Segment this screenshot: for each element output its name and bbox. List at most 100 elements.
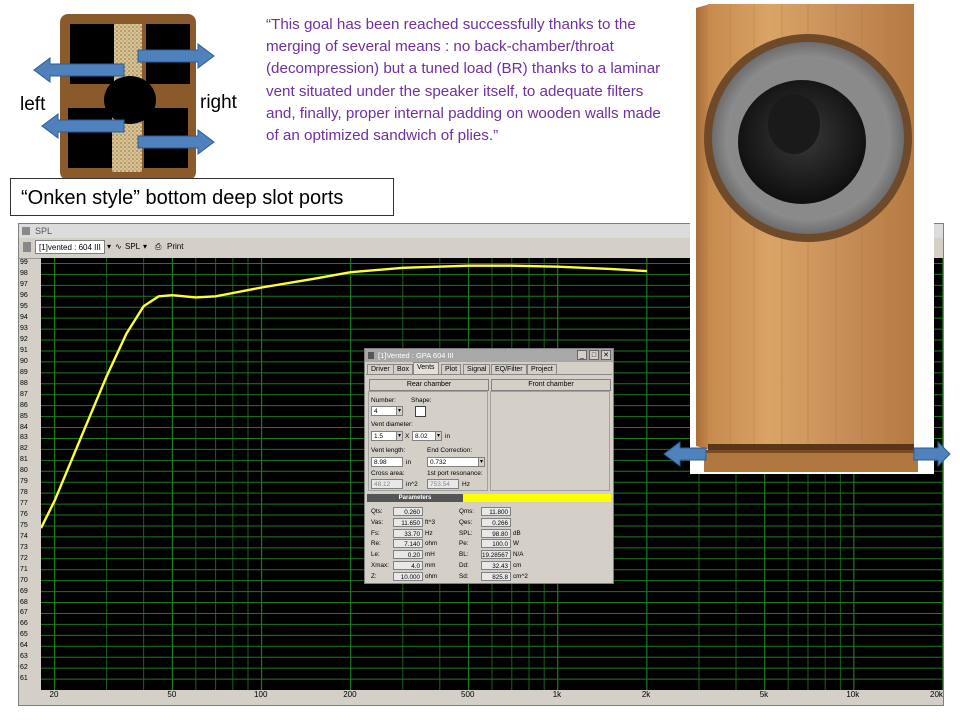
y-tick-label: 99 — [20, 259, 28, 267]
times-label: X — [405, 433, 410, 440]
vent-diameter-b-field[interactable]: 8.02 — [412, 431, 436, 441]
y-tick-label: 74 — [20, 532, 28, 540]
cross-area-field: 48.12 — [371, 479, 403, 489]
front-chamber-panel — [490, 391, 610, 491]
x-tick-label: 20k — [930, 690, 943, 699]
param-label: Xmax: — [371, 562, 389, 569]
y-tick-label: 96 — [20, 292, 28, 300]
y-tick-label: 64 — [20, 642, 28, 650]
chevron-down-icon[interactable]: ▾ — [396, 406, 403, 416]
y-tick-label: 72 — [20, 554, 28, 562]
y-tick-label: 85 — [20, 412, 28, 420]
param-label: Fs: — [371, 529, 380, 537]
y-tick-label: 67 — [20, 609, 28, 617]
param-unit: dB — [513, 529, 521, 537]
parameters-header: Parameters — [367, 494, 463, 502]
param-unit: mm — [425, 562, 436, 569]
y-tick-label: 71 — [20, 565, 28, 573]
right-label: right — [200, 92, 237, 113]
vented-dialog[interactable]: [1]Vented : GPA 604 III _ □ ✕ Driver Box… — [364, 348, 614, 584]
y-tick-label: 89 — [20, 368, 28, 376]
param-label: Pe: — [459, 540, 469, 548]
y-tick-label: 77 — [20, 500, 28, 508]
vent-length-label: Vent length: — [371, 447, 406, 454]
minimize-icon[interactable]: _ — [577, 350, 587, 360]
y-tick-label: 88 — [20, 379, 28, 387]
x-tick-label: 20 — [49, 690, 59, 699]
arrow-left-icon — [41, 113, 125, 139]
chevron-down-icon[interactable]: ▾ — [435, 431, 442, 441]
y-tick-label: 97 — [20, 281, 28, 289]
y-tick-label: 81 — [20, 456, 28, 464]
y-tick-label: 61 — [20, 675, 28, 683]
mode-select[interactable]: SPL — [125, 240, 140, 254]
chevron-down-icon[interactable]: ▾ — [143, 240, 147, 254]
number-label: Number: — [371, 397, 396, 404]
param-value: 100.0 — [481, 539, 511, 549]
y-tick-label: 98 — [20, 270, 28, 278]
param-label: Qes: — [459, 518, 473, 526]
param-unit: W — [513, 540, 519, 548]
vent-diameter-unit: in — [445, 433, 451, 440]
y-tick-label: 94 — [20, 314, 28, 322]
y-tick-label: 73 — [20, 543, 28, 551]
end-correction-label: End Correction: — [427, 447, 473, 454]
param-value: 19.28567 — [481, 550, 511, 560]
airflow-arrows — [33, 43, 215, 155]
vent-length-field[interactable]: 8.98 — [371, 457, 403, 467]
param-label: Dd: — [459, 562, 469, 569]
arrow-left-icon — [663, 441, 707, 467]
project-select[interactable]: [1]vented : 604 III — [35, 240, 105, 254]
param-unit: cm^2 — [513, 572, 528, 580]
param-value: 32.43 — [481, 561, 511, 570]
param-value: 0.20 — [393, 550, 423, 560]
param-unit: mH — [425, 551, 435, 559]
chevron-down-icon[interactable]: ▾ — [396, 431, 403, 441]
x-tick-label: 100 — [254, 690, 268, 699]
dialog-titlebar[interactable]: [1]Vented : GPA 604 III _ □ ✕ — [365, 349, 613, 362]
arrow-left-icon — [33, 57, 125, 83]
param-value: 33.70 — [393, 528, 423, 538]
param-label: Z: — [371, 572, 377, 580]
end-correction-field[interactable]: 0.732 — [427, 457, 479, 467]
y-tick-label: 69 — [20, 587, 28, 595]
front-chamber-button[interactable]: Front chamber — [491, 379, 611, 391]
speaker-cabinet-photo — [690, 0, 934, 474]
dialog-title: [1]Vented : GPA 604 III — [378, 351, 454, 360]
param-unit: Hz — [425, 529, 433, 537]
maximize-icon[interactable]: □ — [589, 350, 599, 360]
param-unit: ohm — [425, 540, 438, 548]
y-tick-label: 62 — [20, 664, 28, 672]
chevron-down-icon[interactable]: ▾ — [478, 457, 485, 467]
y-tick-label: 75 — [20, 521, 28, 529]
y-tick-label: 68 — [20, 598, 28, 606]
param-unit: cm — [513, 562, 522, 569]
print-button[interactable]: Print — [167, 240, 183, 254]
app-icon — [22, 227, 30, 235]
curve-icon: ∿ — [115, 242, 122, 251]
param-label: SPL: — [459, 529, 473, 537]
x-tick-label: 50 — [167, 690, 177, 699]
y-tick-label: 76 — [20, 511, 28, 518]
param-label: BL: — [459, 551, 469, 559]
close-icon[interactable]: ✕ — [601, 350, 611, 360]
param-value: 0.266 — [481, 517, 511, 527]
param-value: 7.140 — [393, 539, 423, 549]
y-tick-label: 65 — [20, 631, 28, 639]
y-tick-label: 84 — [20, 423, 28, 431]
chevron-down-icon[interactable]: ▾ — [107, 240, 111, 254]
param-unit: N/A — [513, 551, 524, 559]
x-tick-label: 200 — [343, 690, 357, 699]
y-tick-label: 87 — [20, 390, 28, 398]
shape-selector[interactable] — [415, 406, 426, 417]
param-value: 11.800 — [481, 507, 511, 516]
param-label: Qms: — [459, 508, 475, 515]
rear-chamber-button[interactable]: Rear chamber — [369, 379, 489, 391]
tab-divider — [366, 374, 612, 375]
number-select[interactable]: 4 — [371, 406, 397, 416]
x-tick-label: 1k — [552, 690, 562, 699]
param-value: 825.8 — [481, 571, 511, 581]
vent-diameter-a-field[interactable]: 1.5 — [371, 431, 397, 441]
y-tick-label: 79 — [20, 478, 28, 486]
param-label: Vas: — [371, 518, 384, 526]
